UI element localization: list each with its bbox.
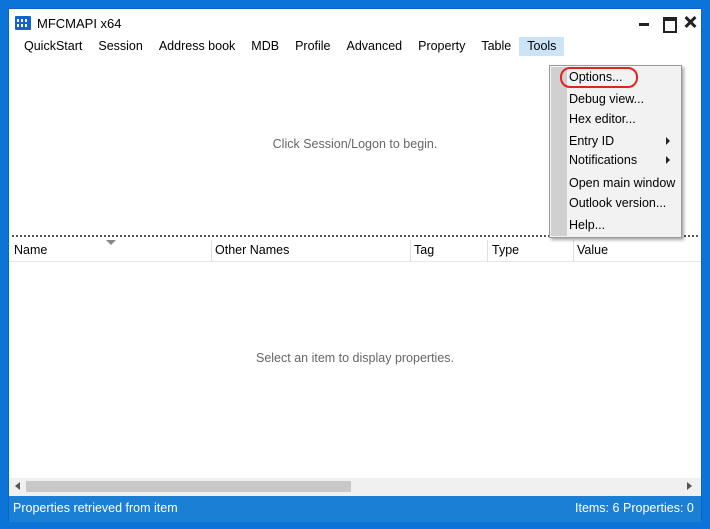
submenu-arrow-icon [666,156,670,164]
scroll-thumb[interactable] [26,481,351,492]
window-title: MFCMAPI x64 [37,16,122,31]
column-header-value[interactable]: Value [572,240,701,262]
menu-item-debug-view[interactable]: Debug view... [569,92,644,106]
status-items-count: Items: 6 [575,501,620,515]
highlight-ring [560,67,638,88]
property-list-pane[interactable]: Select an item to display properties. [9,262,701,478]
column-header-name[interactable]: Name [9,240,212,262]
submenu-arrow-icon [666,137,670,145]
column-header-tag[interactable]: Tag [409,240,488,262]
maximize-icon[interactable] [661,15,677,33]
column-header-other-names[interactable]: Other Names [210,240,411,262]
property-table-header: Name Other Names Tag Type Value [9,240,701,262]
menu-tools[interactable]: Tools [519,37,565,56]
minimize-icon[interactable] [637,15,651,29]
status-message: Properties retrieved from item [13,501,178,515]
close-icon[interactable] [683,15,697,29]
scroll-left-icon[interactable] [15,482,20,490]
menu-session[interactable]: Session [90,37,150,56]
column-label: Name [14,243,48,257]
title-bar[interactable]: MFCMAPI x64 [9,9,701,37]
app-window: MFCMAPI x64 QuickStart Session Address b… [8,8,702,522]
status-bar: Properties retrieved from item Items: 6 … [9,496,701,522]
menu-bar: QuickStart Session Address book MDB Prof… [9,37,701,56]
menu-gutter [551,67,567,236]
select-item-hint: Select an item to display properties. [255,351,455,365]
column-header-type[interactable]: Type [487,240,574,262]
menu-item-help[interactable]: Help... [569,218,605,232]
menu-item-notifications[interactable]: Notifications [569,153,637,167]
menu-advanced[interactable]: Advanced [339,37,411,56]
app-icon [15,16,31,30]
scroll-right-icon[interactable] [687,482,692,490]
menu-property[interactable]: Property [410,37,473,56]
sort-arrow-icon [106,240,116,245]
menu-item-outlook-version[interactable]: Outlook version... [569,196,666,210]
menu-item-entry-id[interactable]: Entry ID [569,134,614,148]
menu-item-hex-editor[interactable]: Hex editor... [569,112,636,126]
menu-table[interactable]: Table [473,37,519,56]
horizontal-scrollbar[interactable] [9,478,701,496]
tools-dropdown-menu: Options... Debug view... Hex editor... E… [549,65,682,238]
menu-address-book[interactable]: Address book [151,37,243,56]
menu-quickstart[interactable]: QuickStart [16,37,90,56]
menu-item-open-main-window[interactable]: Open main window [569,176,675,190]
status-properties-count: Properties: 0 [623,501,694,515]
menu-mdb[interactable]: MDB [243,37,287,56]
menu-profile[interactable]: Profile [287,37,338,56]
